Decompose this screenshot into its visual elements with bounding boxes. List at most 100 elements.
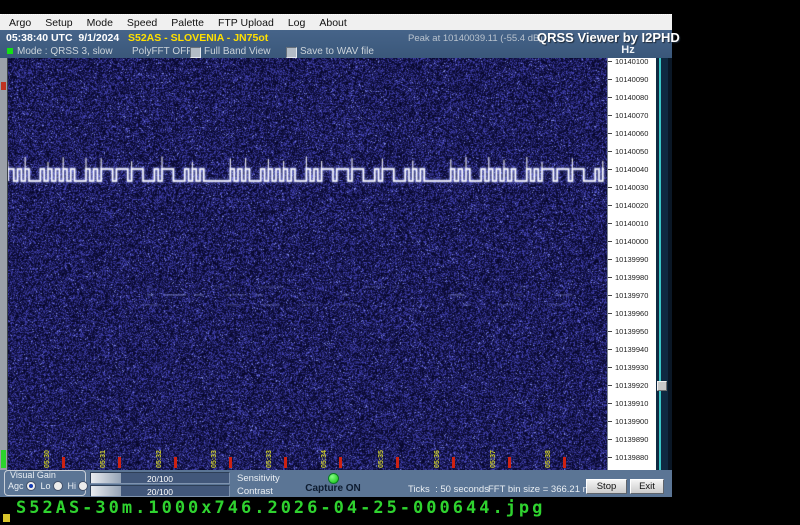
freq-tick-mark: [608, 151, 612, 152]
utc-clock: 05:38:40 UTC 9/1/2024: [6, 32, 119, 44]
freq-label: 10140010: [608, 218, 656, 228]
time-label: 05:31: [99, 450, 108, 468]
freq-tick-mark: [608, 313, 612, 314]
menu-item-about[interactable]: About: [319, 17, 346, 29]
menu-item-log[interactable]: Log: [288, 17, 306, 29]
freq-label: 10139940: [608, 344, 656, 354]
freq-label: 10139950: [608, 326, 656, 336]
freq-label: 10139880: [608, 452, 656, 462]
contrast-slider[interactable]: 20/100: [90, 485, 230, 497]
contrast-label: Contrast: [237, 486, 273, 497]
freq-tick-mark: [608, 223, 612, 224]
frequency-scrollbar[interactable]: [656, 58, 668, 470]
freq-label: 10139910: [608, 398, 656, 408]
freq-tick-mark: [608, 331, 612, 332]
time-label: 05:36: [433, 450, 442, 468]
time-label: 05:33: [210, 450, 219, 468]
freq-tick-mark: [608, 169, 612, 170]
scrollbar-track-line: [659, 58, 661, 470]
control-bar: Visual Gain Agc Lo Hi 20/100 20/100 Sens…: [0, 470, 672, 497]
contrast-value: 20/100: [91, 487, 229, 497]
time-tick-mark: [62, 457, 65, 468]
agc-radio-label: Agc: [8, 481, 24, 491]
waterfall-canvas[interactable]: [0, 58, 607, 470]
freq-label: 10140060: [608, 128, 656, 138]
freq-tick-mark: [608, 421, 612, 422]
full-band-view-checkbox[interactable]: [190, 47, 201, 58]
freq-tick-mark: [608, 367, 612, 368]
freq-tick-mark: [608, 277, 612, 278]
freq-tick-mark: [608, 385, 612, 386]
lo-radio-label: Lo: [41, 481, 51, 491]
sensitivity-label: Sensitivity: [237, 473, 280, 484]
freq-label: 10139990: [608, 254, 656, 264]
freq-tick-mark: [608, 115, 612, 116]
freq-tick-mark: [608, 349, 612, 350]
exit-button[interactable]: Exit: [630, 479, 664, 494]
time-tick-mark: [563, 457, 566, 468]
polyfft-status: PolyFFT OFF: [132, 46, 192, 57]
freq-tick-mark: [608, 79, 612, 80]
freq-tick-mark: [608, 457, 612, 458]
time-tick-mark: [396, 457, 399, 468]
agc-radio[interactable]: [26, 481, 36, 491]
menu-item-argo[interactable]: Argo: [9, 17, 31, 29]
visual-gain-label: Visual Gain: [10, 470, 56, 480]
save-to-wav-checkbox[interactable]: [286, 47, 297, 58]
meter-level-fill: [1, 450, 6, 468]
app-title: QRSS Viewer by I2PHD: [537, 30, 672, 45]
freq-label: 10139980: [608, 272, 656, 282]
time-tick-mark: [452, 457, 455, 468]
freq-label: 10140090: [608, 74, 656, 84]
stop-button[interactable]: Stop: [586, 479, 627, 494]
signal-level-meter: [0, 58, 8, 470]
time-tick-mark: [339, 457, 342, 468]
sensitivity-slider[interactable]: 20/100: [90, 472, 230, 484]
capture-filename: S52AS-30m.1000x746.2026-04-25-000644.jpg: [16, 498, 545, 518]
time-label: 05:32: [155, 450, 164, 468]
capture-status: Capture ON: [296, 483, 370, 494]
freq-label: 10140080: [608, 92, 656, 102]
time-label: 05:34: [320, 450, 329, 468]
freq-label: 10139960: [608, 308, 656, 318]
freq-tick-mark: [608, 259, 612, 260]
header-bar: 05:38:40 UTC 9/1/2024 S52AS - SLOVENIA -…: [0, 30, 672, 58]
freq-label: 10140050: [608, 146, 656, 156]
visual-gain-groupbox: Visual Gain Agc Lo Hi: [4, 470, 86, 496]
mode-readout: Mode : QRSS 3, slow: [17, 46, 113, 57]
freq-tick-mark: [608, 403, 612, 404]
freq-tick-mark: [608, 241, 612, 242]
freq-tick-mark: [608, 187, 612, 188]
frequency-scale: 1014010010140090101400801014007010140060…: [607, 58, 656, 470]
save-to-wav-label: Save to WAV file: [300, 46, 374, 57]
hi-radio-label: Hi: [68, 481, 77, 491]
time-tick-mark: [229, 457, 232, 468]
hi-radio[interactable]: [78, 481, 88, 491]
freq-tick-mark: [608, 439, 612, 440]
argo-window: Argo Setup Mode Speed Palette FTP Upload Log Ab…: [0, 14, 672, 497]
menu-item-ftp-upload[interactable]: FTP Upload: [218, 17, 274, 29]
time-tick-mark: [118, 457, 121, 468]
menu-item-palette[interactable]: Palette: [171, 17, 204, 29]
menu-item-speed[interactable]: Speed: [127, 17, 157, 29]
time-label: 05:33: [265, 450, 274, 468]
waterfall-area: 05:3005:3105:3205:3305:3305:3405:3505:36…: [0, 58, 672, 470]
menu-item-setup[interactable]: Setup: [45, 17, 72, 29]
time-tick-mark: [508, 457, 511, 468]
freq-label: 10140000: [608, 236, 656, 246]
meter-peak-mark: [1, 82, 6, 90]
time-tick-mark: [284, 457, 287, 468]
freq-label: 10139890: [608, 434, 656, 444]
menu-bar: Argo Setup Mode Speed Palette FTP Upload Log Ab…: [0, 14, 672, 30]
mode-indicator-led: [7, 48, 13, 54]
visual-gain-options: Agc Lo Hi: [8, 481, 93, 491]
freq-tick-mark: [608, 97, 612, 98]
scrollbar-thumb[interactable]: [657, 381, 667, 391]
freq-label: 10139970: [608, 290, 656, 300]
lo-radio[interactable]: [53, 481, 63, 491]
freq-label: 10139900: [608, 416, 656, 426]
full-band-view-label: Full Band View: [204, 46, 271, 57]
terminal-cursor: [3, 514, 10, 522]
menu-item-mode[interactable]: Mode: [87, 17, 113, 29]
freq-label: 10139920: [608, 380, 656, 390]
